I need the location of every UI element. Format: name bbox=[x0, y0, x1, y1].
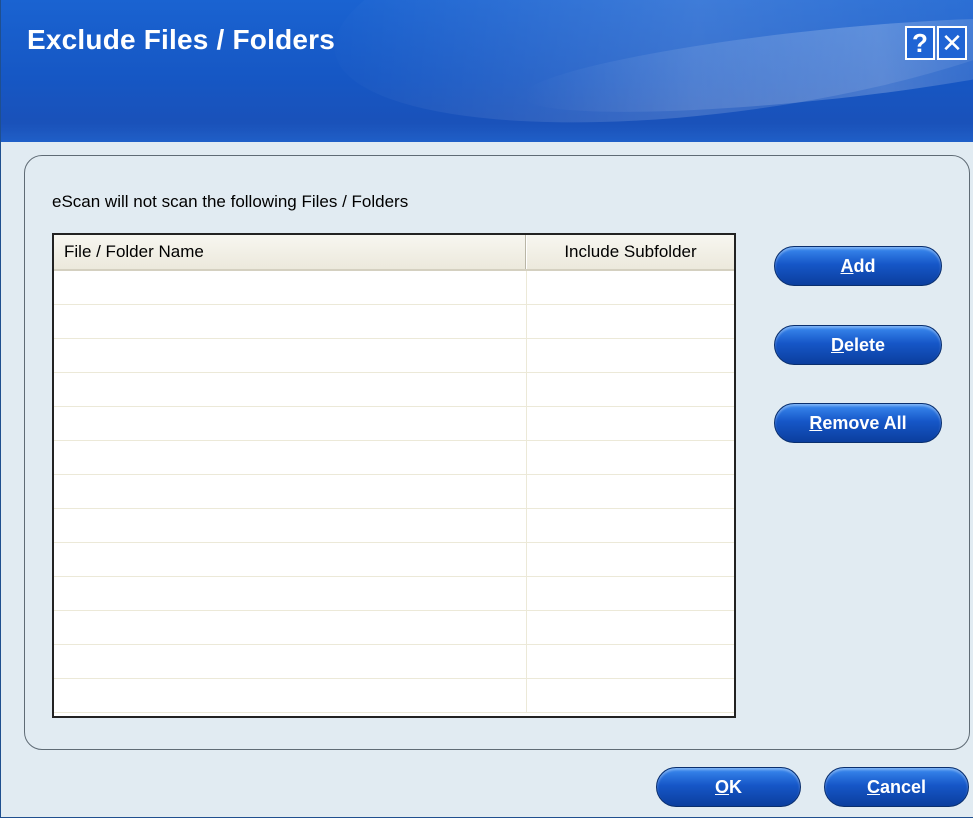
column-divider bbox=[526, 441, 527, 475]
dialog-title: Exclude Files / Folders bbox=[27, 24, 336, 55]
list-row[interactable] bbox=[54, 373, 734, 407]
ok-button-mnemonic: O bbox=[714, 777, 729, 797]
column-divider bbox=[526, 271, 527, 305]
column-divider bbox=[526, 475, 527, 509]
title-bar-band bbox=[1, 122, 973, 142]
column-divider bbox=[526, 679, 527, 713]
list-row[interactable] bbox=[54, 509, 734, 543]
remove-all-button-mnemonic: R bbox=[809, 413, 823, 433]
list-row[interactable] bbox=[54, 271, 734, 305]
column-divider bbox=[526, 407, 527, 441]
list-row[interactable] bbox=[54, 441, 734, 475]
list-rows bbox=[54, 271, 734, 713]
cancel-button-label: ancel bbox=[879, 777, 927, 797]
exclude-files-dialog: Exclude Files / Folders ? ✕ eScan will n… bbox=[0, 0, 973, 818]
list-row[interactable] bbox=[54, 679, 734, 713]
list-row[interactable] bbox=[54, 475, 734, 509]
delete-button[interactable]: Delete bbox=[774, 325, 942, 365]
add-button-label: dd bbox=[853, 256, 876, 276]
exclusion-list[interactable]: File / Folder Name Include Subfolder bbox=[52, 233, 736, 718]
list-row[interactable] bbox=[54, 543, 734, 577]
list-row[interactable] bbox=[54, 645, 734, 679]
list-row[interactable] bbox=[54, 407, 734, 441]
column-divider bbox=[526, 577, 527, 611]
delete-button-label: elete bbox=[843, 335, 886, 355]
column-header-file-folder-name[interactable]: File / Folder Name bbox=[54, 235, 526, 269]
remove-all-button-label: emove All bbox=[822, 413, 907, 433]
close-icon[interactable]: ✕ bbox=[937, 26, 967, 60]
list-row[interactable] bbox=[54, 611, 734, 645]
cancel-button-mnemonic: C bbox=[866, 777, 880, 797]
column-header-include-subfolder[interactable]: Include Subfolder bbox=[526, 235, 734, 269]
add-button-mnemonic: A bbox=[840, 256, 854, 276]
help-icon[interactable]: ? bbox=[905, 26, 935, 60]
cancel-button[interactable]: Cancel bbox=[824, 767, 969, 807]
list-row[interactable] bbox=[54, 339, 734, 373]
delete-button-mnemonic: D bbox=[830, 335, 844, 355]
column-divider bbox=[526, 645, 527, 679]
column-divider bbox=[526, 611, 527, 645]
column-divider bbox=[526, 373, 527, 407]
title-bar: Exclude Files / Folders ? ✕ bbox=[1, 0, 973, 142]
ok-button-label: K bbox=[729, 777, 742, 797]
column-divider bbox=[526, 339, 527, 373]
list-row[interactable] bbox=[54, 305, 734, 339]
list-row[interactable] bbox=[54, 577, 734, 611]
column-divider bbox=[526, 509, 527, 543]
ok-button[interactable]: OK bbox=[656, 767, 801, 807]
column-divider bbox=[526, 305, 527, 339]
add-button[interactable]: Add bbox=[774, 246, 942, 286]
column-divider bbox=[526, 543, 527, 577]
exclusion-caption: eScan will not scan the following Files … bbox=[52, 192, 409, 211]
list-header: File / Folder Name Include Subfolder bbox=[54, 235, 734, 271]
remove-all-button[interactable]: Remove All bbox=[774, 403, 942, 443]
